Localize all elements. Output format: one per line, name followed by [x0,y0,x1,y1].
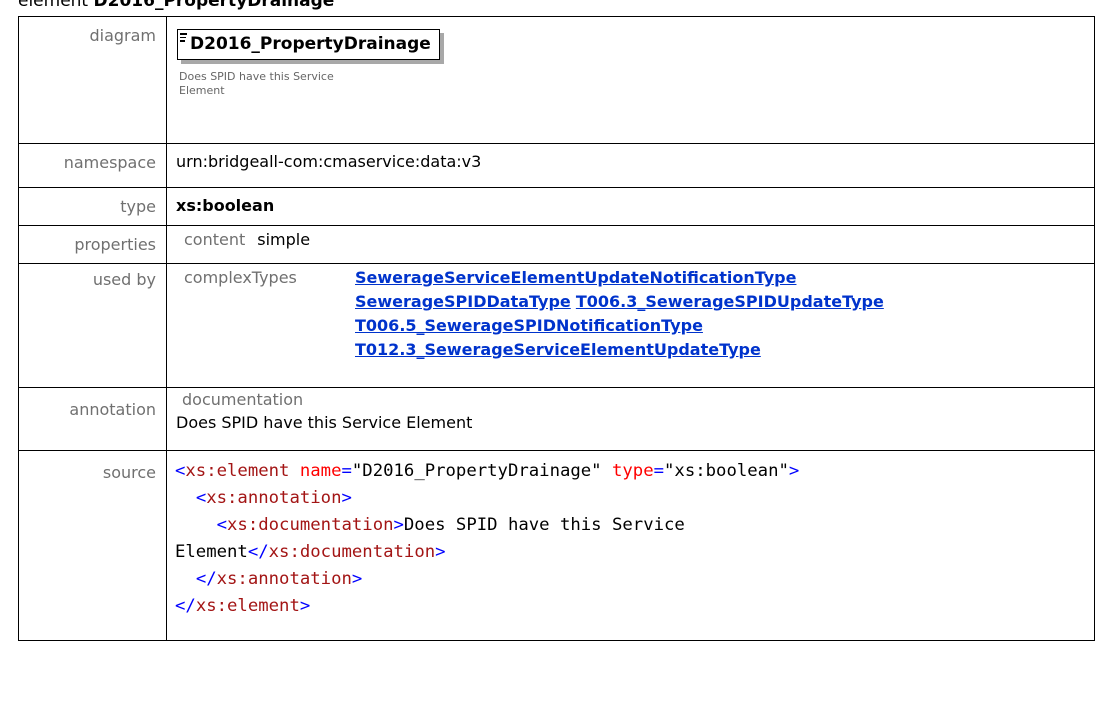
type-row: type xs:boolean [18,187,1095,226]
namespace-label: namespace [18,143,167,188]
annotation-row: annotation documentation Does SPID have … [18,387,1095,451]
link-t006-5-sewerage-spid-notification-type[interactable]: T006.5_SewerageSPIDNotificationType [355,316,703,335]
link-sewerage-spid-data-type[interactable]: SewerageSPIDDataType [355,292,571,311]
used-by-cell: complexTypes SewerageServiceElementUpdat… [166,263,1095,388]
properties-row: properties content simple [18,225,1095,264]
diagram-cell: D2016_PropertyDrainage Does SPID have th… [166,16,1095,144]
diagram-element-name: D2016_PropertyDrainage [190,34,431,54]
source-cell: <xs:element name="D2016_PropertyDrainage… [166,450,1095,641]
used-by-row: used by complexTypes SewerageServiceElem… [18,263,1095,388]
diagram-row: diagram D2016_PropertyDrainage Does SPID… [18,16,1095,144]
documentation-text: Does SPID have this Service Element [176,413,473,432]
element-diagram-box[interactable]: D2016_PropertyDrainage [177,29,440,60]
diagram-documentation: Does SPID have this Service Element [179,70,334,97]
source-code: <xs:element name="D2016_PropertyDrainage… [175,461,800,616]
namespace-value: urn:bridgeall-com:cmaservice:data:v3 [166,143,1095,188]
heading-element-name: D2016_PropertyDrainage [93,0,335,11]
annotation-label: annotation [18,387,167,451]
link-sewerage-service-element-update-notification-type[interactable]: SewerageServiceElementUpdateNotification… [355,268,796,287]
diagram-label: diagram [18,16,167,144]
element-doc-table: diagram D2016_PropertyDrainage Does SPID… [18,16,1095,641]
properties-cell: content simple [166,225,1095,264]
complex-types-key: complexTypes [184,268,297,287]
page-heading: element D2016_PropertyDrainage [18,0,334,11]
link-t006-3-sewerage-spid-update-type[interactable]: T006.3_SewerageSPIDUpdateType [576,292,884,311]
content-key: content [184,230,246,249]
used-by-label: used by [18,263,167,388]
type-label: type [18,187,167,226]
documentation-key: documentation [182,390,304,409]
source-label: source [18,450,167,641]
namespace-row: namespace urn:bridgeall-com:cmaservice:d… [18,143,1095,188]
annotation-cell: documentation Does SPID have this Servic… [166,387,1095,451]
source-row: source <xs:element name="D2016_PropertyD… [18,450,1095,641]
properties-label: properties [18,225,167,264]
element-list-icon [180,33,187,44]
heading-prefix: element [18,0,89,11]
link-t012-3-sewerage-service-element-update-type[interactable]: T012.3_SewerageServiceElementUpdateType [355,340,761,359]
content-value: simple [257,230,311,249]
used-by-links: SewerageServiceElementUpdateNotification… [355,266,884,362]
type-value: xs:boolean [166,187,1095,226]
